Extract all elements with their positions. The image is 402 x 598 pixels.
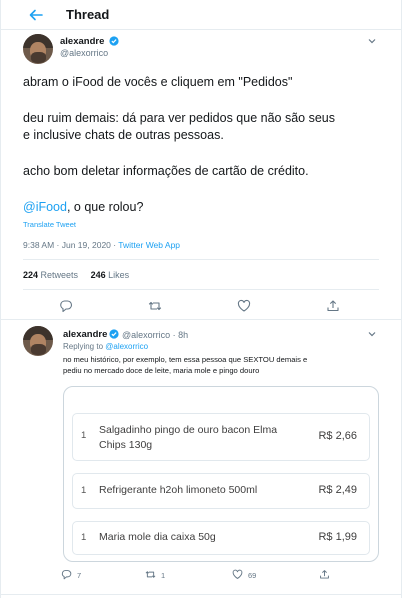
divider [23,289,379,290]
verified-badge-icon [109,329,119,339]
author-name[interactable]: alexandre [60,36,104,47]
source-link[interactable]: Twitter Web App [118,240,180,250]
tweet-paragraph: abram o iFood de vocês e cliquem em "Ped… [23,75,293,89]
item-quantity: 1 [81,430,87,441]
retweet-count: 1 [161,571,166,580]
item-name: Refrigerante h2oh limoneto 500ml [99,484,258,496]
order-item-row: 1 Refrigerante h2oh limoneto 500ml R$ 2,… [72,473,370,509]
author-handle[interactable]: @alexorrico [60,48,108,58]
item-price: R$ 1,99 [318,531,357,543]
share-icon[interactable] [326,299,340,313]
replying-to: Replying to @alexorrico [63,342,149,351]
share-icon[interactable] [319,569,330,580]
tweet-paragraph: e inclusive chats de outras pessoas. [23,128,224,142]
tweet-timestamp: 9:38 AM · Jun 19, 2020 · Twitter Web App [23,240,180,250]
divider [1,319,401,320]
mention-link[interactable]: @iFood [23,200,67,214]
item-price: R$ 2,66 [318,430,357,442]
order-item-row: 1 Salgadinho pingo de ouro bacon Elma Ch… [72,413,370,461]
author-name[interactable]: alexandre [63,329,107,340]
header-bar: Thread [1,0,401,30]
item-quantity: 1 [81,485,87,496]
chevron-down-icon[interactable] [367,329,377,339]
divider [23,259,379,260]
like-icon[interactable] [237,299,251,313]
tweet-paragraph: deu ruim demais: dá para ver pedidos que… [23,111,335,125]
retweet-icon[interactable] [145,569,156,580]
avatar[interactable] [23,34,53,64]
item-name: Maria mole dia caixa 50g [99,531,216,543]
translate-link[interactable]: Translate Tweet [23,220,76,229]
author-handle-time[interactable]: @alexorrico · 8h [122,330,188,340]
back-arrow-icon[interactable] [28,7,44,23]
item-name: Salgadinho pingo de ouro bacon Elma Chip… [99,424,278,451]
item-quantity: 1 [81,532,87,543]
retweets-stat[interactable]: 224 Retweets [23,270,78,280]
tweet-stats: 224 Retweets 246 Likes [23,270,129,280]
thread-page: Thread alexandre @alexorrico abram o iFo… [0,0,402,598]
divider [1,594,401,595]
avatar[interactable] [23,326,53,356]
page-title: Thread [66,7,110,22]
retweet-icon[interactable] [148,299,162,313]
reply-icon[interactable] [59,299,73,313]
reply-text-line: pediu no mercado doce de leite, maria mo… [63,366,260,375]
order-item-row: 1 Maria mole dia caixa 50g R$ 1,99 [72,521,370,555]
reply-text-line: no meu histórico, por exemplo, tem essa … [63,355,308,364]
like-icon[interactable] [232,569,243,580]
timestamp-text[interactable]: 9:38 AM · Jun 19, 2020 · [23,240,118,250]
reply-icon[interactable] [61,569,72,580]
tweet-text: , o que rolou? [66,200,144,214]
tweet-paragraph: acho bom deletar informações de cartão d… [23,164,309,178]
reply-count: 7 [77,571,82,580]
like-count: 69 [248,571,257,580]
tweet-paragraph: @iFood, o que rolou? [23,199,143,216]
replying-to-link[interactable]: @alexorrico [105,342,148,351]
item-price: R$ 2,49 [318,484,357,496]
verified-badge-icon [109,36,119,46]
attached-order-image[interactable]: 1 Salgadinho pingo de ouro bacon Elma Ch… [63,386,379,562]
likes-stat[interactable]: 246 Likes [91,270,130,280]
chevron-down-icon[interactable] [367,36,377,46]
